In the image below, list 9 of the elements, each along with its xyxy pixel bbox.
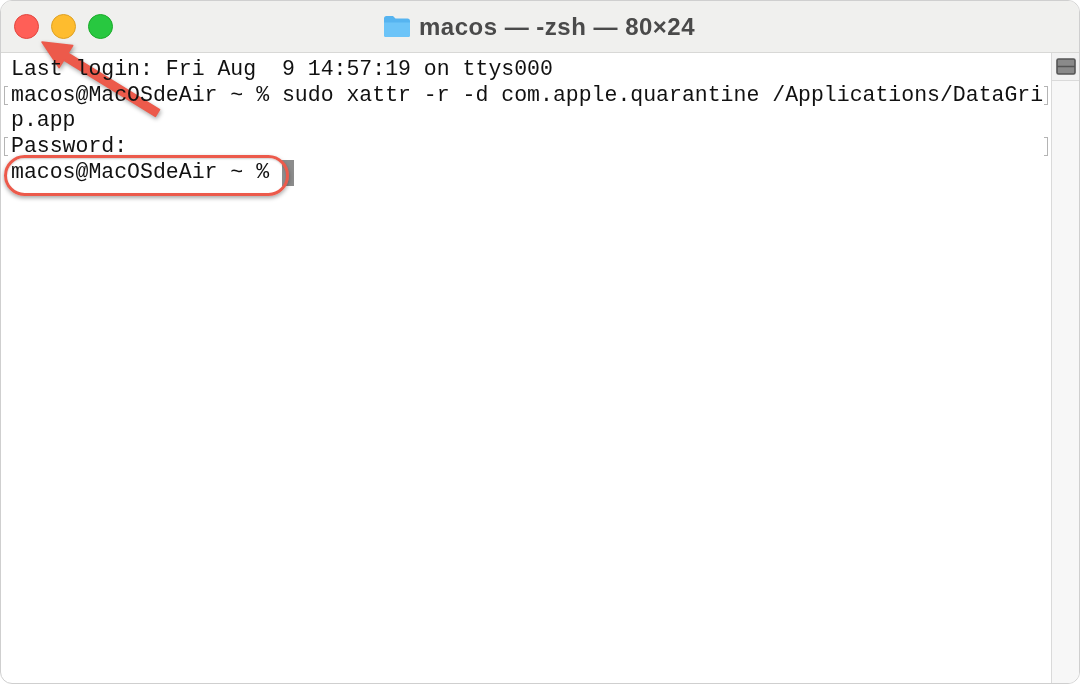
split-pane-icon[interactable] xyxy=(1056,58,1077,75)
zoom-button[interactable] xyxy=(88,14,113,39)
folder-icon xyxy=(382,15,411,38)
terminal-line: Password: xyxy=(11,134,128,160)
close-button[interactable] xyxy=(14,14,39,39)
window-title: macos — -zsh — 80×24 xyxy=(418,12,696,41)
terminal-line: p.app xyxy=(11,108,76,135)
minimize-button[interactable] xyxy=(51,14,76,39)
terminal-line: macos@MacOSdeAir ~ % xyxy=(11,159,270,186)
